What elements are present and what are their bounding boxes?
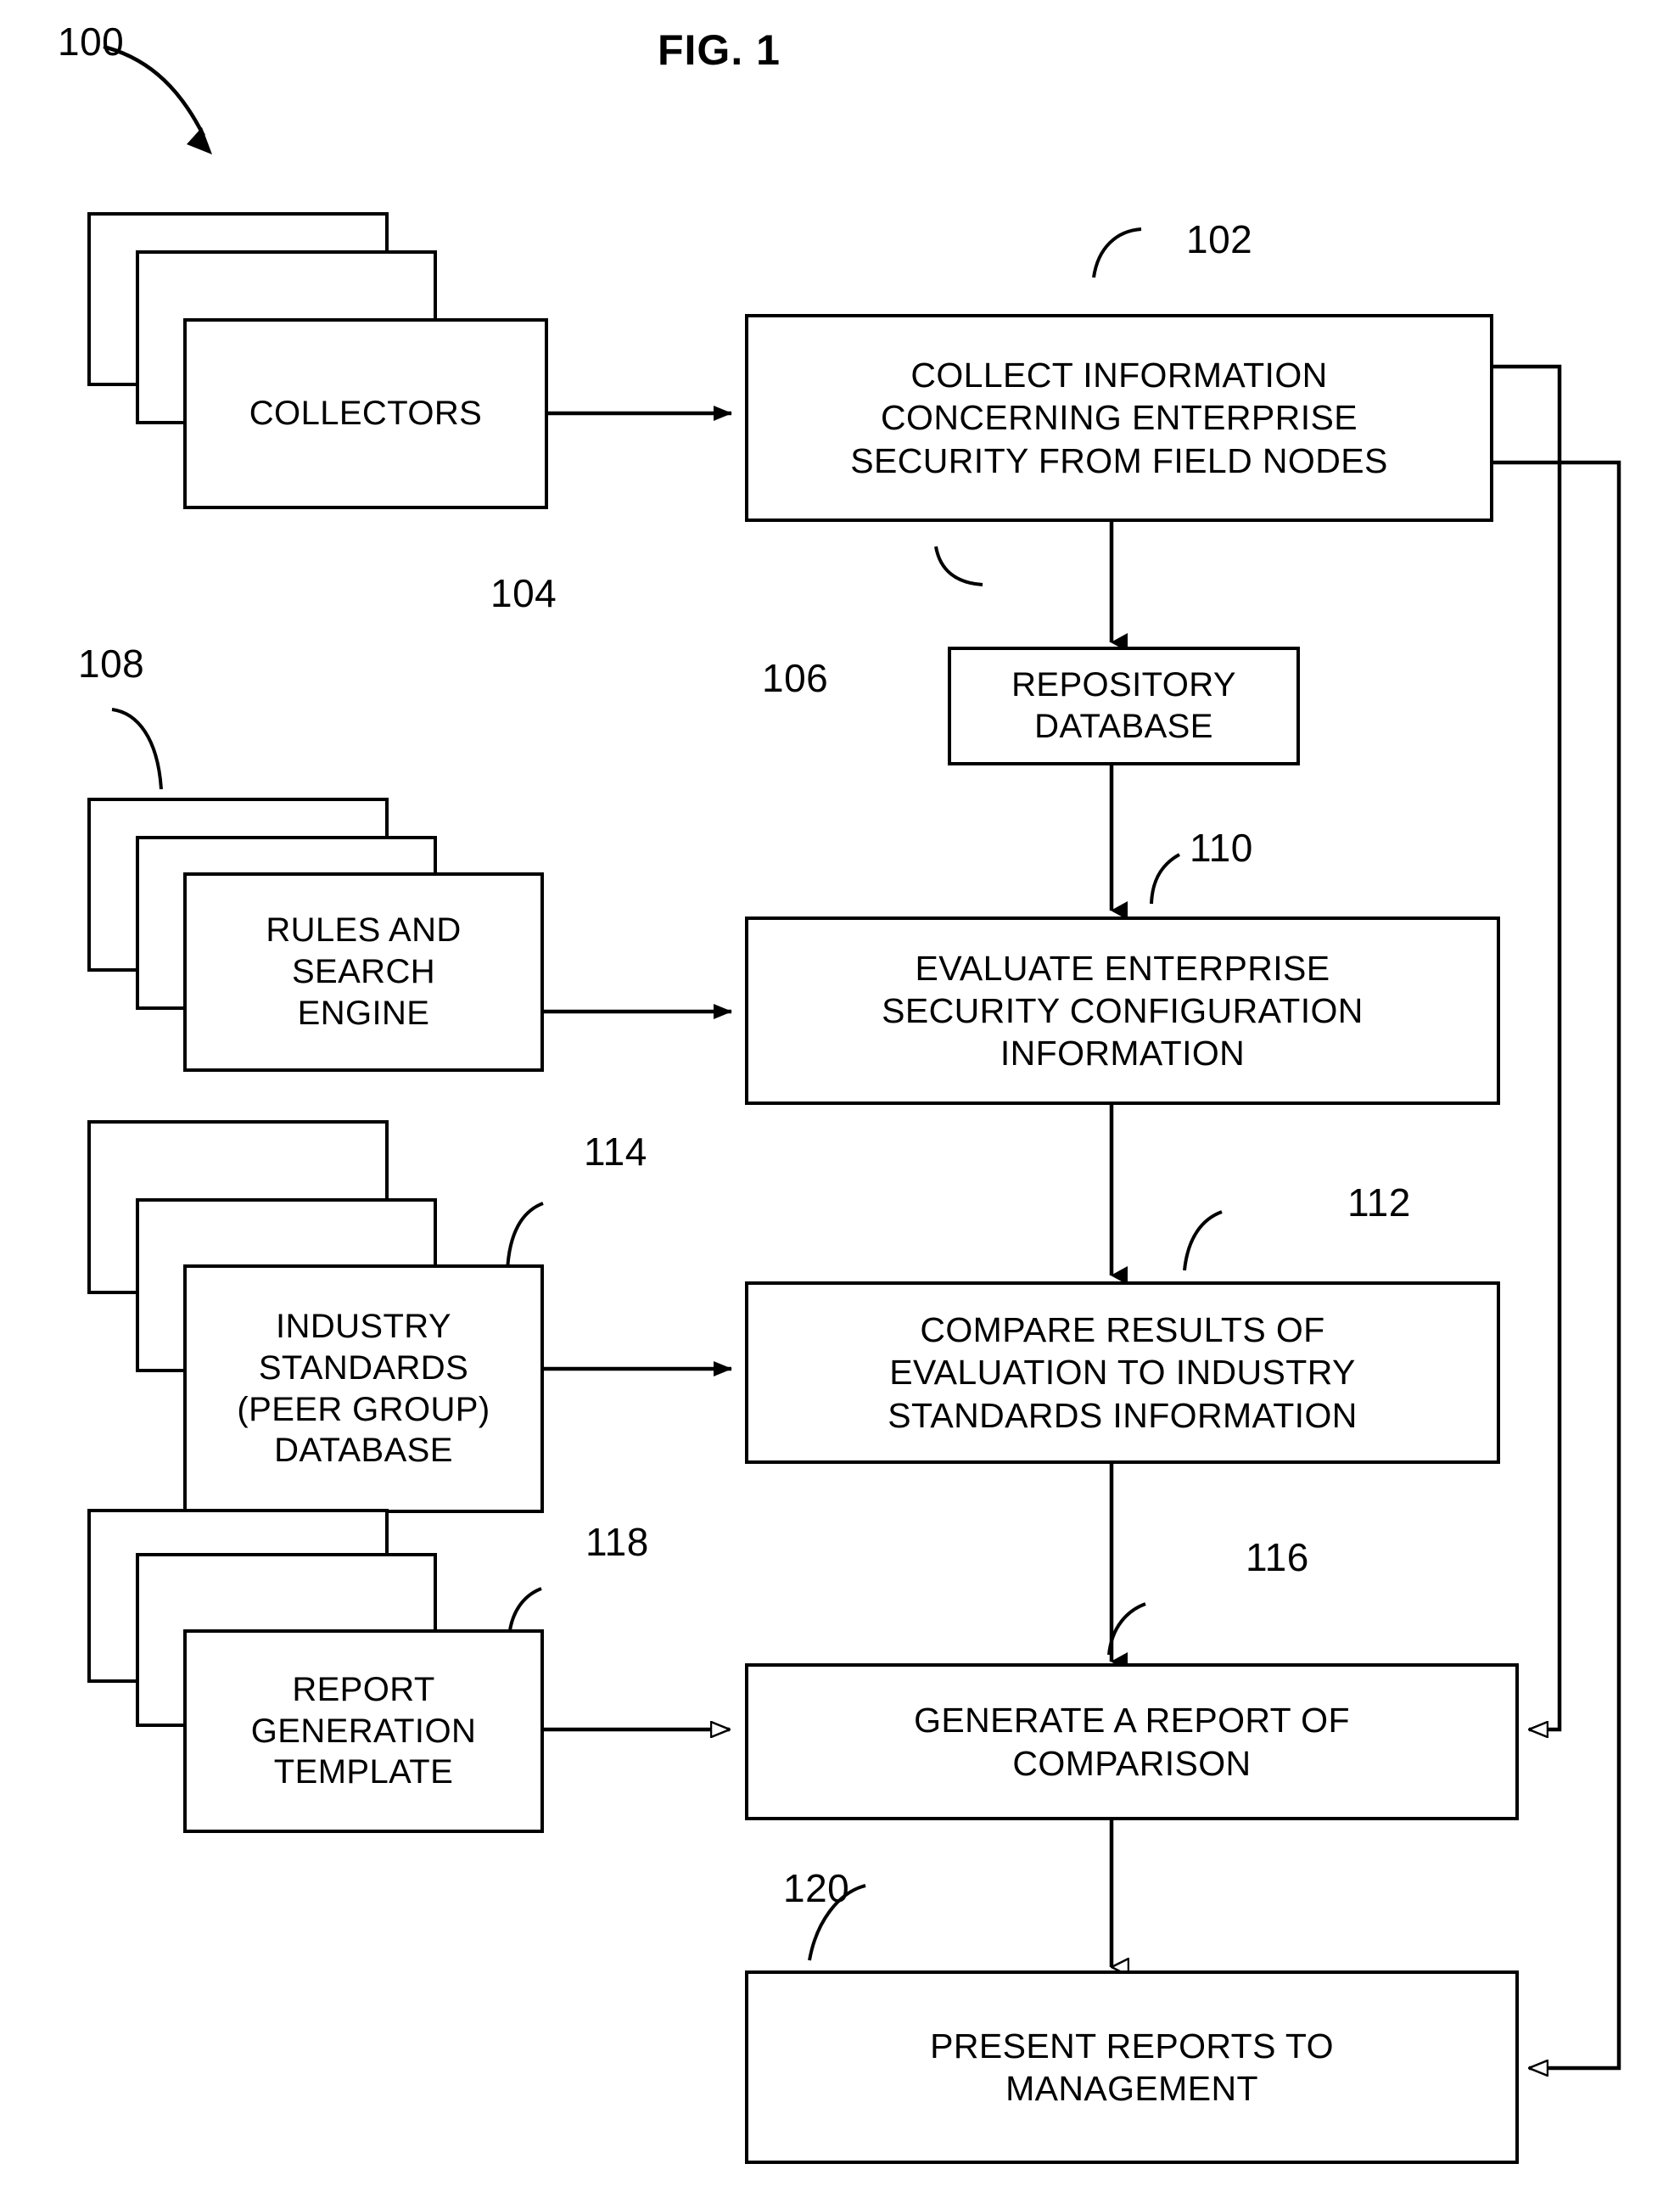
node-evaluate-step-label: EVALUATE ENTERPRISE SECURITY CONFIGURATI… [882, 948, 1364, 1073]
node-industry-standards-database[interactable]: INDUSTRY STANDARDS (PEER GROUP) DATABASE [183, 1264, 544, 1513]
node-rules-and-search-engine[interactable]: RULES AND SEARCH ENGINE [183, 872, 544, 1072]
ref-label-collect-step: 102 [1186, 217, 1253, 261]
ref-label-repository: 106 [762, 656, 829, 700]
node-collectors[interactable]: COLLECTORS [183, 318, 548, 509]
ref-label-collectors: 104 [490, 571, 557, 615]
node-compare-step[interactable]: COMPARE RESULTS OF EVALUATION TO INDUSTR… [745, 1281, 1500, 1464]
node-repository-database[interactable]: REPOSITORY DATABASE [948, 647, 1300, 765]
ref-label-compare-step: 112 [1347, 1180, 1411, 1225]
node-generate-step-label: GENERATE A REPORT OF COMPARISON [914, 1701, 1350, 1783]
node-collectors-label: COLLECTORS [249, 395, 483, 433]
node-rules-and-search-engine-label: RULES AND SEARCH ENGINE [266, 911, 462, 1032]
node-report-generation-template[interactable]: REPORT GENERATION TEMPLATE [183, 1629, 544, 1833]
ref-label-evaluate-step: 110 [1190, 826, 1253, 870]
ref-label-generate-step: 116 [1246, 1535, 1309, 1579]
node-present-step[interactable]: PRESENT REPORTS TO MANAGEMENT [745, 1970, 1519, 2164]
node-report-generation-template-label: REPORT GENERATION TEMPLATE [250, 1670, 477, 1791]
ref-label-rules-engine: 108 [78, 642, 145, 686]
node-present-step-label: PRESENT REPORTS TO MANAGEMENT [930, 2026, 1334, 2108]
system-reference-label: 100 [58, 20, 125, 64]
node-industry-standards-database-label: INDUSTRY STANDARDS (PEER GROUP) DATABASE [237, 1307, 490, 1470]
patent-figure-1: 100 FIG. 1 COLLECTORS 104 COLLECT INFORM… [0, 0, 1680, 2203]
node-collect-step[interactable]: COLLECT INFORMATION CONCERNING ENTERPRIS… [745, 314, 1493, 522]
node-generate-step[interactable]: GENERATE A REPORT OF COMPARISON [745, 1663, 1519, 1820]
ref-label-industry-standards: 114 [584, 1130, 647, 1174]
node-collect-step-label: COLLECT INFORMATION CONCERNING ENTERPRIS… [850, 356, 1388, 480]
node-repository-database-label: REPOSITORY DATABASE [1011, 666, 1236, 745]
ref-label-present-step: 120 [783, 1866, 850, 1910]
node-compare-step-label: COMPARE RESULTS OF EVALUATION TO INDUSTR… [888, 1310, 1358, 1435]
node-evaluate-step[interactable]: EVALUATE ENTERPRISE SECURITY CONFIGURATI… [745, 917, 1500, 1105]
ref-label-report-template: 118 [585, 1520, 649, 1564]
figure-title: FIG. 1 [658, 26, 781, 74]
